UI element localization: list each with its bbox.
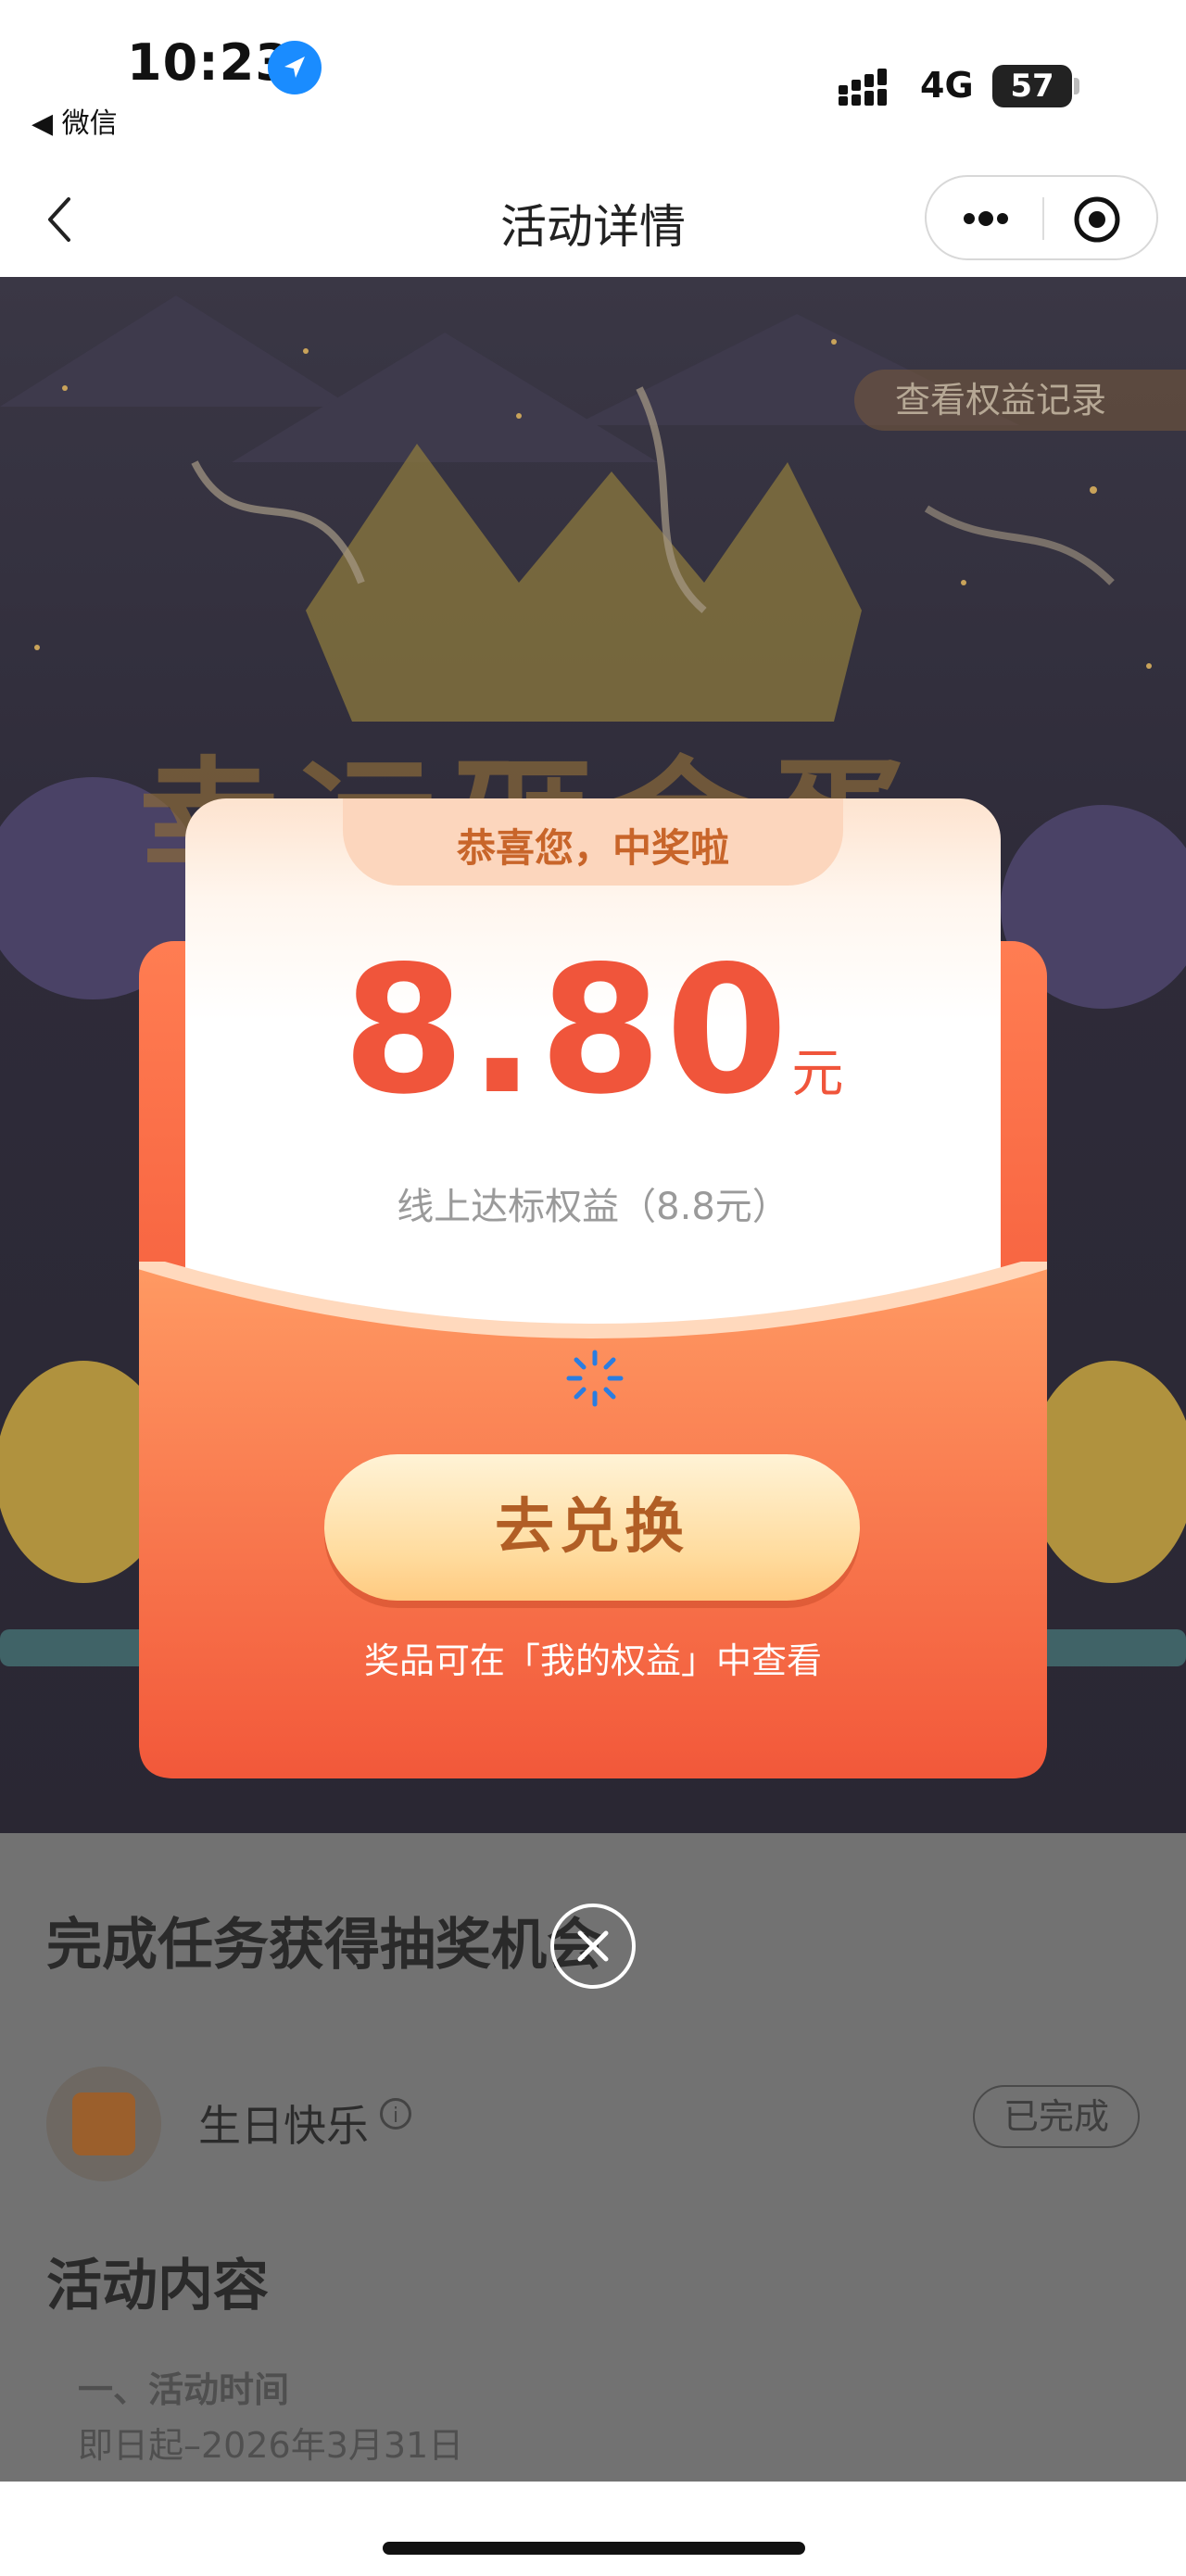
target-circle-icon[interactable]: [1073, 195, 1121, 244]
info-icon[interactable]: i: [380, 2098, 411, 2130]
popup-close-button[interactable]: [550, 1904, 636, 1989]
prize-amount-unit: 元: [791, 1044, 844, 1104]
clipboard-check-icon: [72, 2092, 135, 2155]
close-icon: [577, 1930, 609, 1962]
nav-bar: 活动详情: [0, 162, 1186, 278]
task-icon: [46, 2067, 161, 2181]
prize-amount-value: 8.80: [342, 928, 792, 1133]
status-bar: 10:23 ◀ 微信 4G 57: [0, 0, 1186, 162]
home-indicator[interactable]: [383, 2542, 805, 2555]
prize-description: 线上达标权益（8.8元）: [397, 1186, 789, 1228]
location-arrow-icon: [268, 41, 322, 94]
network-type: 4G: [920, 65, 974, 106]
signal-icon: [839, 69, 887, 106]
prize-amount: 8.80元: [185, 928, 1001, 1133]
view-records-button[interactable]: 查看权益记录: [854, 370, 1186, 431]
miniapp-capsule: [925, 175, 1158, 260]
prize-popup: 恭喜您，中奖啦 8.80元 线上达标权益（8.8元） 去兑换 奖品可在「我的权益…: [139, 798, 1047, 1778]
congrats-text: 恭喜您，中奖啦: [456, 825, 729, 871]
capsule-divider: [1042, 197, 1044, 240]
activity-time-heading: 一、活动时间: [78, 2369, 290, 2410]
redeem-button[interactable]: 去兑换: [324, 1454, 860, 1601]
activity-section-title: 活动内容: [46, 2254, 269, 2318]
task-name: 生日快乐: [198, 2101, 369, 2151]
task-status-badge: 已完成: [973, 2085, 1140, 2148]
battery-tip: [1074, 78, 1079, 94]
loading-spinner-icon: [566, 1350, 624, 1407]
activity-time-value: 即日起–2026年3月31日: [78, 2425, 464, 2466]
back-to-app-link[interactable]: ◀ 微信: [32, 100, 118, 141]
redeem-hint: 奖品可在「我的权益」中查看: [363, 1640, 822, 1681]
battery-indicator: 57: [992, 65, 1072, 107]
status-time: 10:23: [127, 33, 291, 92]
more-dots-icon[interactable]: [958, 205, 1014, 232]
home-bar: [0, 2482, 1186, 2576]
task-section-title: 完成任务获得抽奖机会: [46, 1913, 602, 1978]
